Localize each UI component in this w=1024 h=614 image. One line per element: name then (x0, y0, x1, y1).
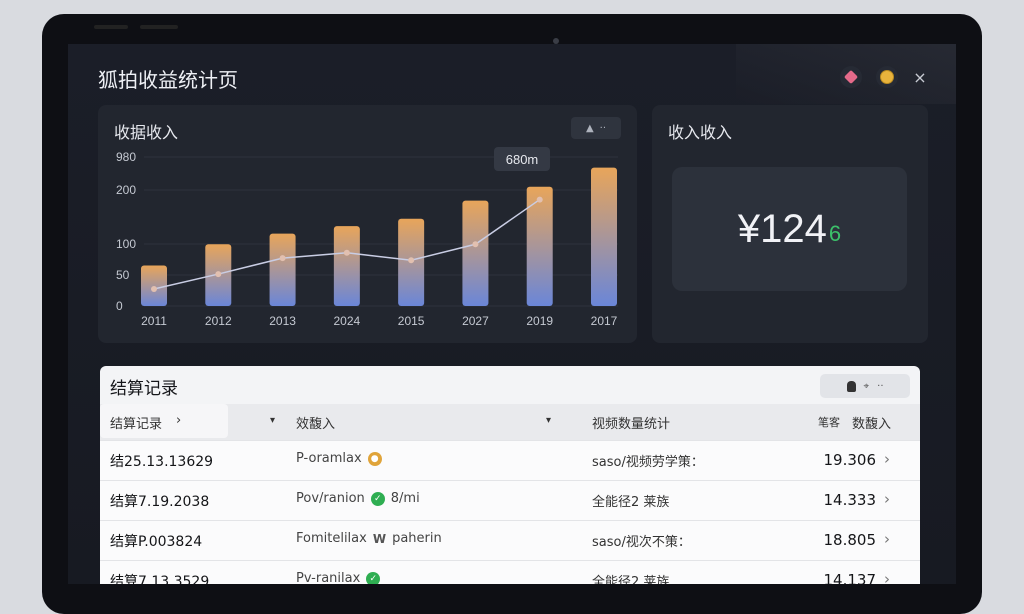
chevron-right-icon[interactable]: › (176, 413, 181, 428)
record-detail: 全能径2 莱族 (592, 575, 670, 584)
record-amount: 14.333 (823, 491, 877, 509)
header-actions: × (840, 66, 928, 88)
record-detail: saso/视次不策： (592, 535, 691, 550)
table-row[interactable]: 结算7.19.2038 Pov/ranion ✓ 8/mi 全能径2 莱族 14.3… (100, 480, 920, 520)
header-note[interactable]: 笔客 (818, 414, 840, 430)
record-source: Pv-ranilax ✓ (296, 571, 381, 584)
w-badge-icon: W (372, 531, 387, 546)
table-header: 结算记录 › ▾ 效馥入 ▾ 视频数量统计 笔客 数馥入 (100, 404, 920, 440)
record-amount: 19.306 (823, 451, 877, 469)
page-title: 狐拍收益统计页 (98, 68, 238, 92)
x-tick-label: 2017 (591, 314, 618, 328)
income-amount-box: ¥124 6 (672, 167, 907, 291)
record-detail: saso/视频劳学策： (592, 455, 704, 470)
bar-2017 (591, 167, 617, 306)
bar-2011 (141, 265, 167, 306)
trend-point (343, 249, 350, 256)
income-amount-tail: 6 (828, 221, 842, 246)
chevron-down-icon[interactable]: ▾ (270, 415, 275, 426)
record-amount: 14.137 (823, 571, 877, 584)
record-source: P-oramlax ● (296, 451, 382, 466)
table-row[interactable]: 结算P.003824 Fomitelilax Wpaherin saso/视次不策… (100, 520, 920, 560)
gem-icon[interactable] (840, 66, 862, 88)
income-card: 收入收入 ¥124 6 (652, 105, 928, 343)
trend-point (151, 285, 157, 292)
trend-point (279, 255, 286, 262)
record-detail: 全能径2 莱族 (592, 495, 670, 510)
header-video-count[interactable]: 视频数量统计 (592, 413, 670, 432)
chevron-down-icon[interactable]: ▾ (546, 415, 551, 426)
chevron-right-icon[interactable]: › (884, 490, 890, 508)
y-tick-label: 980 (116, 150, 136, 164)
person-icon[interactable] (846, 380, 856, 392)
record-id: 结25.13.13629 (110, 454, 214, 470)
tooltip-label: 680m (506, 152, 539, 167)
income-title: 收入收入 (668, 123, 733, 142)
record-source: Pov/ranion ✓ 8/mi (296, 491, 420, 506)
bar-2024 (333, 226, 360, 306)
record-id: 结算7.19.2038 (110, 494, 210, 510)
header-income[interactable]: 效馥入 (296, 413, 335, 432)
records-title: 结算记录 (110, 379, 178, 399)
x-tick-label: 2012 (205, 314, 232, 328)
y-tick-label: 50 (116, 268, 130, 282)
x-tick-label: 2015 (398, 314, 425, 328)
record-id: 结算7.13.3529 (110, 574, 210, 584)
check-icon: ✓ (366, 571, 381, 584)
y-tick-label: 100 (116, 237, 136, 251)
chart-tooltip: 680m (494, 147, 550, 171)
revenue-chart-card: 收据收入 ▲ ·· 0 50 100 200 980 2011 2012 2013 2024 20… (98, 105, 637, 343)
y-tick-label: 0 (116, 299, 123, 313)
records-panel: 结算记录 ⌖ ·· 结算记录 › ▾ 效馥入 ▾ 视频数量统计 笔客 数馥入 结… (100, 366, 920, 584)
chevron-right-icon[interactable]: › (884, 570, 890, 584)
hardware-button (140, 25, 178, 29)
check-icon: ✓ (370, 491, 385, 506)
x-tick-label: 2011 (141, 314, 167, 328)
header-record[interactable]: 结算记录 (110, 413, 162, 432)
y-tick-label: 200 (116, 183, 136, 197)
trend-point (215, 271, 222, 278)
records-toolbar[interactable]: ⌖ ·· (820, 374, 910, 398)
bar-2027 (462, 200, 489, 306)
bar-2013 (269, 233, 296, 306)
record-amount: 18.805 (823, 531, 877, 549)
header-amount[interactable]: 数馥入 (852, 413, 891, 432)
trend-point (536, 196, 543, 203)
x-tick-label: 2013 (269, 314, 296, 328)
x-tick-label: 2019 (526, 314, 553, 328)
chevron-right-icon[interactable]: › (884, 450, 890, 468)
table-row[interactable]: 结算7.13.3529 Pv-ranilax ✓ 全能径2 莱族 14.137 › (100, 560, 920, 584)
income-amount: ¥124 (737, 206, 827, 251)
x-tick-label: 2024 (334, 314, 361, 328)
table-row[interactable]: 结25.13.13629 P-oramlax ● saso/视频劳学策： 19.3… (100, 440, 920, 480)
app-screen: 狐拍收益统计页 × 收据收入 ▲ ·· 0 50 100 200 980 2011 2012… (68, 44, 956, 584)
bar-line-chart: 0 50 100 200 980 2011 2012 2013 2024 2015 2027 201… (116, 147, 618, 328)
record-source: Fomitelilax Wpaherin (296, 531, 442, 546)
warning-icon: ● (367, 451, 382, 466)
chevron-right-icon[interactable]: › (884, 530, 890, 548)
hardware-button (94, 25, 128, 29)
pin-icon[interactable]: ⌖ (864, 381, 870, 392)
more-icon[interactable]: ·· (877, 381, 883, 392)
x-tick-label: 2027 (462, 314, 489, 328)
bar-2019 (526, 186, 553, 306)
record-id: 结算P.003824 (110, 534, 203, 550)
trend-point (472, 241, 479, 248)
close-icon[interactable]: × (912, 68, 928, 87)
trend-point (408, 257, 415, 264)
coin-icon[interactable] (876, 66, 898, 88)
